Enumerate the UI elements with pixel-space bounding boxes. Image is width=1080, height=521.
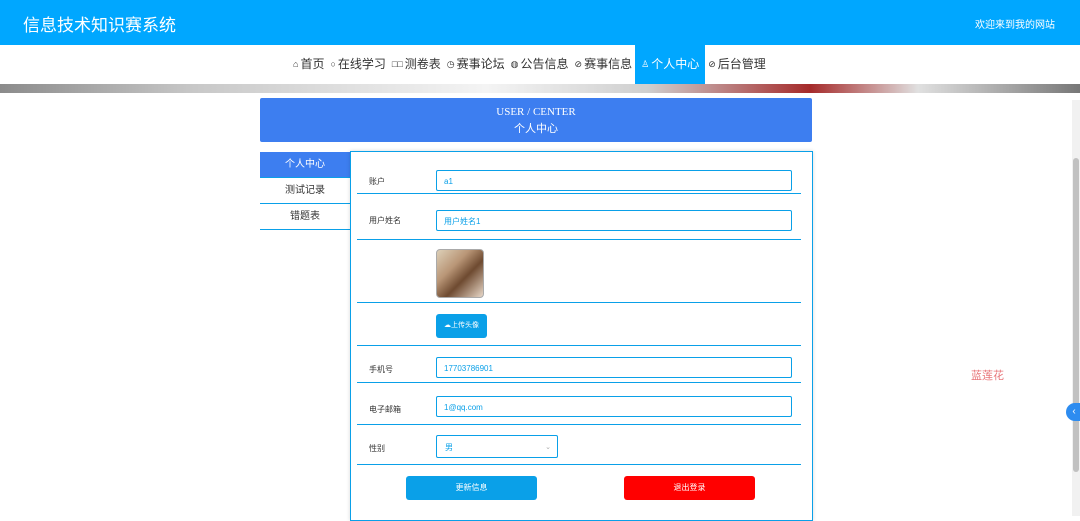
chevron-left-icon[interactable]: ‹	[1066, 403, 1080, 421]
nav-item-admin[interactable]: ⊘ 后台管理	[705, 45, 769, 84]
nav-item-forum[interactable]: ◷ 赛事论坛	[444, 45, 508, 84]
globe-icon: ◍	[510, 59, 519, 69]
user-icon: ♙	[641, 59, 650, 69]
nav-item-label: 后台管理	[717, 57, 766, 71]
nav-item-label: 个人中心	[651, 57, 700, 71]
phone-label: 手机号	[369, 365, 393, 374]
side-menu: 个人中心 测试记录 错题表	[260, 152, 350, 230]
nav-item-label: 赛事论坛	[456, 57, 505, 71]
nav-item-label: 公告信息	[520, 57, 569, 71]
watermark-text: 蓝莲花	[971, 370, 1004, 382]
page-header-en: USER / CENTER	[496, 106, 576, 118]
email-label: 电子邮箱	[369, 405, 401, 414]
nav-item-event-info[interactable]: ⊘ 赛事信息	[572, 45, 636, 84]
side-item-test-records[interactable]: 测试记录	[260, 178, 350, 204]
profile-form: 账户 a1 用户姓名 用户姓名1 ☁上传头像 手机号 17703786901 电…	[350, 151, 813, 521]
upload-avatar-label: 上传头像	[451, 322, 479, 329]
tag-icon: ⊘	[574, 59, 583, 69]
account-label: 账户	[369, 177, 385, 186]
form-row-account: 账户 a1	[357, 152, 801, 194]
gender-label: 性别	[369, 444, 385, 453]
nav-item-label: 赛事信息	[584, 57, 633, 71]
name-field[interactable]: 用户姓名1	[436, 210, 792, 231]
nav-item-home[interactable]: ⌂ 首页	[290, 45, 327, 84]
phone-field[interactable]: 17703786901	[436, 357, 792, 378]
page-header-cn: 个人中心	[514, 123, 558, 135]
link-icon: ⊘	[708, 59, 716, 69]
banner-image	[0, 84, 1080, 93]
home-icon: ⌂	[293, 59, 299, 69]
page-header: USER / CENTER 个人中心	[260, 98, 812, 142]
nav-item-label: 首页	[300, 57, 325, 71]
main-nav: ⌂ 首页 ○ 在线学习 □□ 测卷表 ◷ 赛事论坛 ◍ 公告信息 ⊘ 赛事信息 ♙ 个人中心 ⊘ 后台管理	[0, 45, 1080, 84]
site-title: 信息技术知识赛系统	[23, 16, 176, 35]
scrollbar-thumb[interactable]	[1073, 158, 1079, 472]
logout-button[interactable]: 退出登录	[624, 476, 755, 500]
welcome-text: 欢迎来到我的网站	[975, 20, 1055, 31]
form-row-avatar	[357, 240, 801, 303]
nav-item-online-learning[interactable]: ○ 在线学习	[327, 45, 388, 84]
nav-item-label: 测卷表	[404, 57, 441, 71]
nav-item-test-papers[interactable]: □□ 测卷表	[389, 45, 444, 84]
cloud-upload-icon: ☁	[444, 322, 451, 329]
account-field[interactable]: a1	[436, 170, 792, 191]
nav-item-personal-center[interactable]: ♙ 个人中心	[635, 45, 706, 84]
circle-icon: ○	[330, 59, 336, 69]
gender-select[interactable]: 男 ⌄	[436, 435, 558, 458]
form-row-email: 电子邮箱 1@qq.com	[357, 383, 801, 425]
book-icon: □□	[391, 59, 403, 69]
clock-icon: ◷	[446, 59, 455, 69]
form-row-name: 用户姓名 用户姓名1	[357, 193, 801, 240]
email-field[interactable]: 1@qq.com	[436, 396, 792, 417]
gender-value: 男	[445, 443, 453, 452]
form-row-upload: ☁上传头像	[357, 303, 801, 346]
nav-item-label: 在线学习	[337, 57, 386, 71]
nav-item-announcements[interactable]: ◍ 公告信息	[508, 45, 572, 84]
side-item-wrong-questions[interactable]: 错题表	[260, 204, 350, 230]
name-label: 用户姓名	[369, 216, 401, 225]
avatar-image	[436, 249, 484, 298]
upload-avatar-button[interactable]: ☁上传头像	[436, 314, 487, 338]
update-info-button[interactable]: 更新信息	[406, 476, 537, 500]
form-row-phone: 手机号 17703786901	[357, 346, 801, 383]
form-row-gender: 性别 男 ⌄	[357, 425, 801, 465]
top-bar: 信息技术知识赛系统 欢迎来到我的网站	[0, 0, 1080, 45]
side-item-profile[interactable]: 个人中心	[260, 152, 350, 178]
chevron-down-icon: ⌄	[545, 444, 551, 451]
